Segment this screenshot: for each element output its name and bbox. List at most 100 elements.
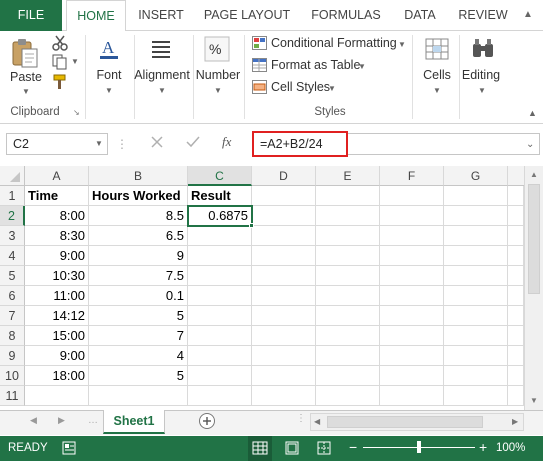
cell-h7[interactable] bbox=[508, 306, 524, 326]
cell-g10[interactable] bbox=[444, 366, 508, 386]
cell-h6[interactable] bbox=[508, 286, 524, 306]
insert-function-icon[interactable]: fx bbox=[222, 134, 231, 150]
cell-h9[interactable] bbox=[508, 346, 524, 366]
cell-d9[interactable] bbox=[252, 346, 316, 366]
cell-styles-button[interactable]: Cell Styles bbox=[271, 80, 330, 94]
cell-d6[interactable] bbox=[252, 286, 316, 306]
zoom-out-icon[interactable]: − bbox=[349, 439, 357, 455]
cell-c7[interactable] bbox=[188, 306, 252, 326]
cell-c11[interactable] bbox=[188, 386, 252, 406]
format-painter-icon[interactable] bbox=[52, 74, 68, 90]
cells-dropdown-icon[interactable]: ▼ bbox=[433, 86, 441, 95]
cell-a3[interactable]: 8:30 bbox=[25, 226, 89, 246]
cell-g4[interactable] bbox=[444, 246, 508, 266]
cell-b5[interactable]: 7.5 bbox=[89, 266, 188, 286]
cell-styles-icon[interactable] bbox=[252, 80, 267, 94]
cell-g2[interactable] bbox=[444, 206, 508, 226]
cell-f4[interactable] bbox=[380, 246, 444, 266]
cell-c10[interactable] bbox=[188, 366, 252, 386]
select-all-corner[interactable] bbox=[0, 166, 25, 186]
copy-dropdown-icon[interactable]: ▼ bbox=[71, 57, 79, 66]
column-header-e[interactable]: E bbox=[316, 166, 380, 186]
cell-a7[interactable]: 14:12 bbox=[25, 306, 89, 326]
name-box-dropdown-icon[interactable]: ▼ bbox=[95, 139, 103, 148]
format-as-table-icon[interactable] bbox=[252, 58, 267, 72]
cell-f3[interactable] bbox=[380, 226, 444, 246]
cell-f6[interactable] bbox=[380, 286, 444, 306]
expand-formula-bar-icon[interactable]: ⌄ bbox=[526, 139, 534, 150]
cell-c3[interactable] bbox=[188, 226, 252, 246]
column-header-a[interactable]: A bbox=[25, 166, 89, 186]
conditional-formatting-icon[interactable] bbox=[252, 36, 267, 50]
editing-dropdown-icon[interactable]: ▼ bbox=[478, 86, 486, 95]
row-header[interactable]: 6 bbox=[0, 286, 25, 306]
font-group-label[interactable]: Font bbox=[91, 68, 127, 82]
cell-f1[interactable] bbox=[380, 186, 444, 206]
cell-d11[interactable] bbox=[252, 386, 316, 406]
cell-b11[interactable] bbox=[89, 386, 188, 406]
cell-f9[interactable] bbox=[380, 346, 444, 366]
paste-dropdown-icon[interactable]: ▼ bbox=[22, 87, 30, 96]
number-dropdown-icon[interactable]: ▼ bbox=[214, 86, 222, 95]
sheet-next-icon[interactable]: ▶ bbox=[58, 415, 65, 426]
cell-e3[interactable] bbox=[316, 226, 380, 246]
cell-a9[interactable]: 9:00 bbox=[25, 346, 89, 366]
cell-e2[interactable] bbox=[316, 206, 380, 226]
cell-e1[interactable] bbox=[316, 186, 380, 206]
column-header-c[interactable]: C bbox=[188, 166, 252, 186]
cell-h5[interactable] bbox=[508, 266, 524, 286]
cell-c6[interactable] bbox=[188, 286, 252, 306]
zoom-in-icon[interactable]: + bbox=[479, 439, 487, 455]
cell-d3[interactable] bbox=[252, 226, 316, 246]
cut-icon[interactable] bbox=[52, 35, 68, 51]
row-header[interactable]: 1 bbox=[0, 186, 25, 206]
cell-styles-dropdown-icon[interactable]: ▼ bbox=[328, 84, 336, 93]
scroll-up-icon[interactable]: ▲ bbox=[530, 170, 538, 179]
cell-a11[interactable] bbox=[25, 386, 89, 406]
row-header[interactable]: 2 bbox=[0, 206, 25, 226]
format-as-table-button[interactable]: Format as Table bbox=[271, 58, 360, 72]
cell-h2[interactable] bbox=[508, 206, 524, 226]
hscroll-splitter-icon[interactable]: ⋮ bbox=[296, 413, 306, 424]
formula-input[interactable]: =A2+B2/24 bbox=[252, 131, 348, 157]
cell-h10[interactable] bbox=[508, 366, 524, 386]
enter-icon[interactable] bbox=[186, 135, 200, 149]
cell-a1[interactable]: Time bbox=[25, 186, 89, 206]
copy-icon[interactable] bbox=[52, 54, 68, 70]
scroll-right-icon[interactable]: ▶ bbox=[512, 417, 518, 426]
number-group-label[interactable]: Number bbox=[193, 68, 243, 82]
cell-d5[interactable] bbox=[252, 266, 316, 286]
tab-data[interactable]: DATA bbox=[394, 0, 446, 31]
format-as-table-dropdown-icon[interactable]: ▼ bbox=[358, 62, 366, 71]
cell-g6[interactable] bbox=[444, 286, 508, 306]
vertical-scrollbar[interactable]: ▲ ▼ bbox=[524, 166, 543, 410]
name-box[interactable]: C2 bbox=[6, 133, 108, 155]
cell-c9[interactable] bbox=[188, 346, 252, 366]
cell-b8[interactable]: 7 bbox=[89, 326, 188, 346]
cell-f10[interactable] bbox=[380, 366, 444, 386]
conditional-formatting-button[interactable]: Conditional Formatting bbox=[271, 36, 397, 50]
horizontal-scrollbar[interactable]: ◀ ▶ bbox=[310, 413, 524, 431]
page-layout-view-icon[interactable] bbox=[284, 440, 300, 456]
column-header-d[interactable]: D bbox=[252, 166, 316, 186]
cell-e11[interactable] bbox=[316, 386, 380, 406]
zoom-level[interactable]: 100% bbox=[496, 442, 525, 454]
paste-icon[interactable] bbox=[10, 37, 40, 68]
column-header-g[interactable]: G bbox=[444, 166, 508, 186]
cell-b2[interactable]: 8.5 bbox=[89, 206, 188, 226]
cell-a2[interactable]: 8:00 bbox=[25, 206, 89, 226]
formula-bar-handle-icon[interactable]: ⋮ bbox=[116, 137, 128, 151]
editing-group-label[interactable]: Editing bbox=[460, 68, 502, 82]
font-icon[interactable]: A bbox=[96, 36, 122, 62]
font-dropdown-icon[interactable]: ▼ bbox=[105, 86, 113, 95]
cell-b9[interactable]: 4 bbox=[89, 346, 188, 366]
tab-file[interactable]: FILE bbox=[0, 0, 62, 31]
cell-c8[interactable] bbox=[188, 326, 252, 346]
number-format-icon[interactable]: % bbox=[204, 36, 230, 62]
cell-e10[interactable] bbox=[316, 366, 380, 386]
vertical-scroll-thumb[interactable] bbox=[528, 184, 540, 294]
page-break-view-icon[interactable] bbox=[316, 440, 332, 456]
row-header[interactable]: 10 bbox=[0, 366, 25, 386]
cell-e6[interactable] bbox=[316, 286, 380, 306]
collapse-ribbon-icon[interactable]: ▲ bbox=[528, 108, 537, 118]
